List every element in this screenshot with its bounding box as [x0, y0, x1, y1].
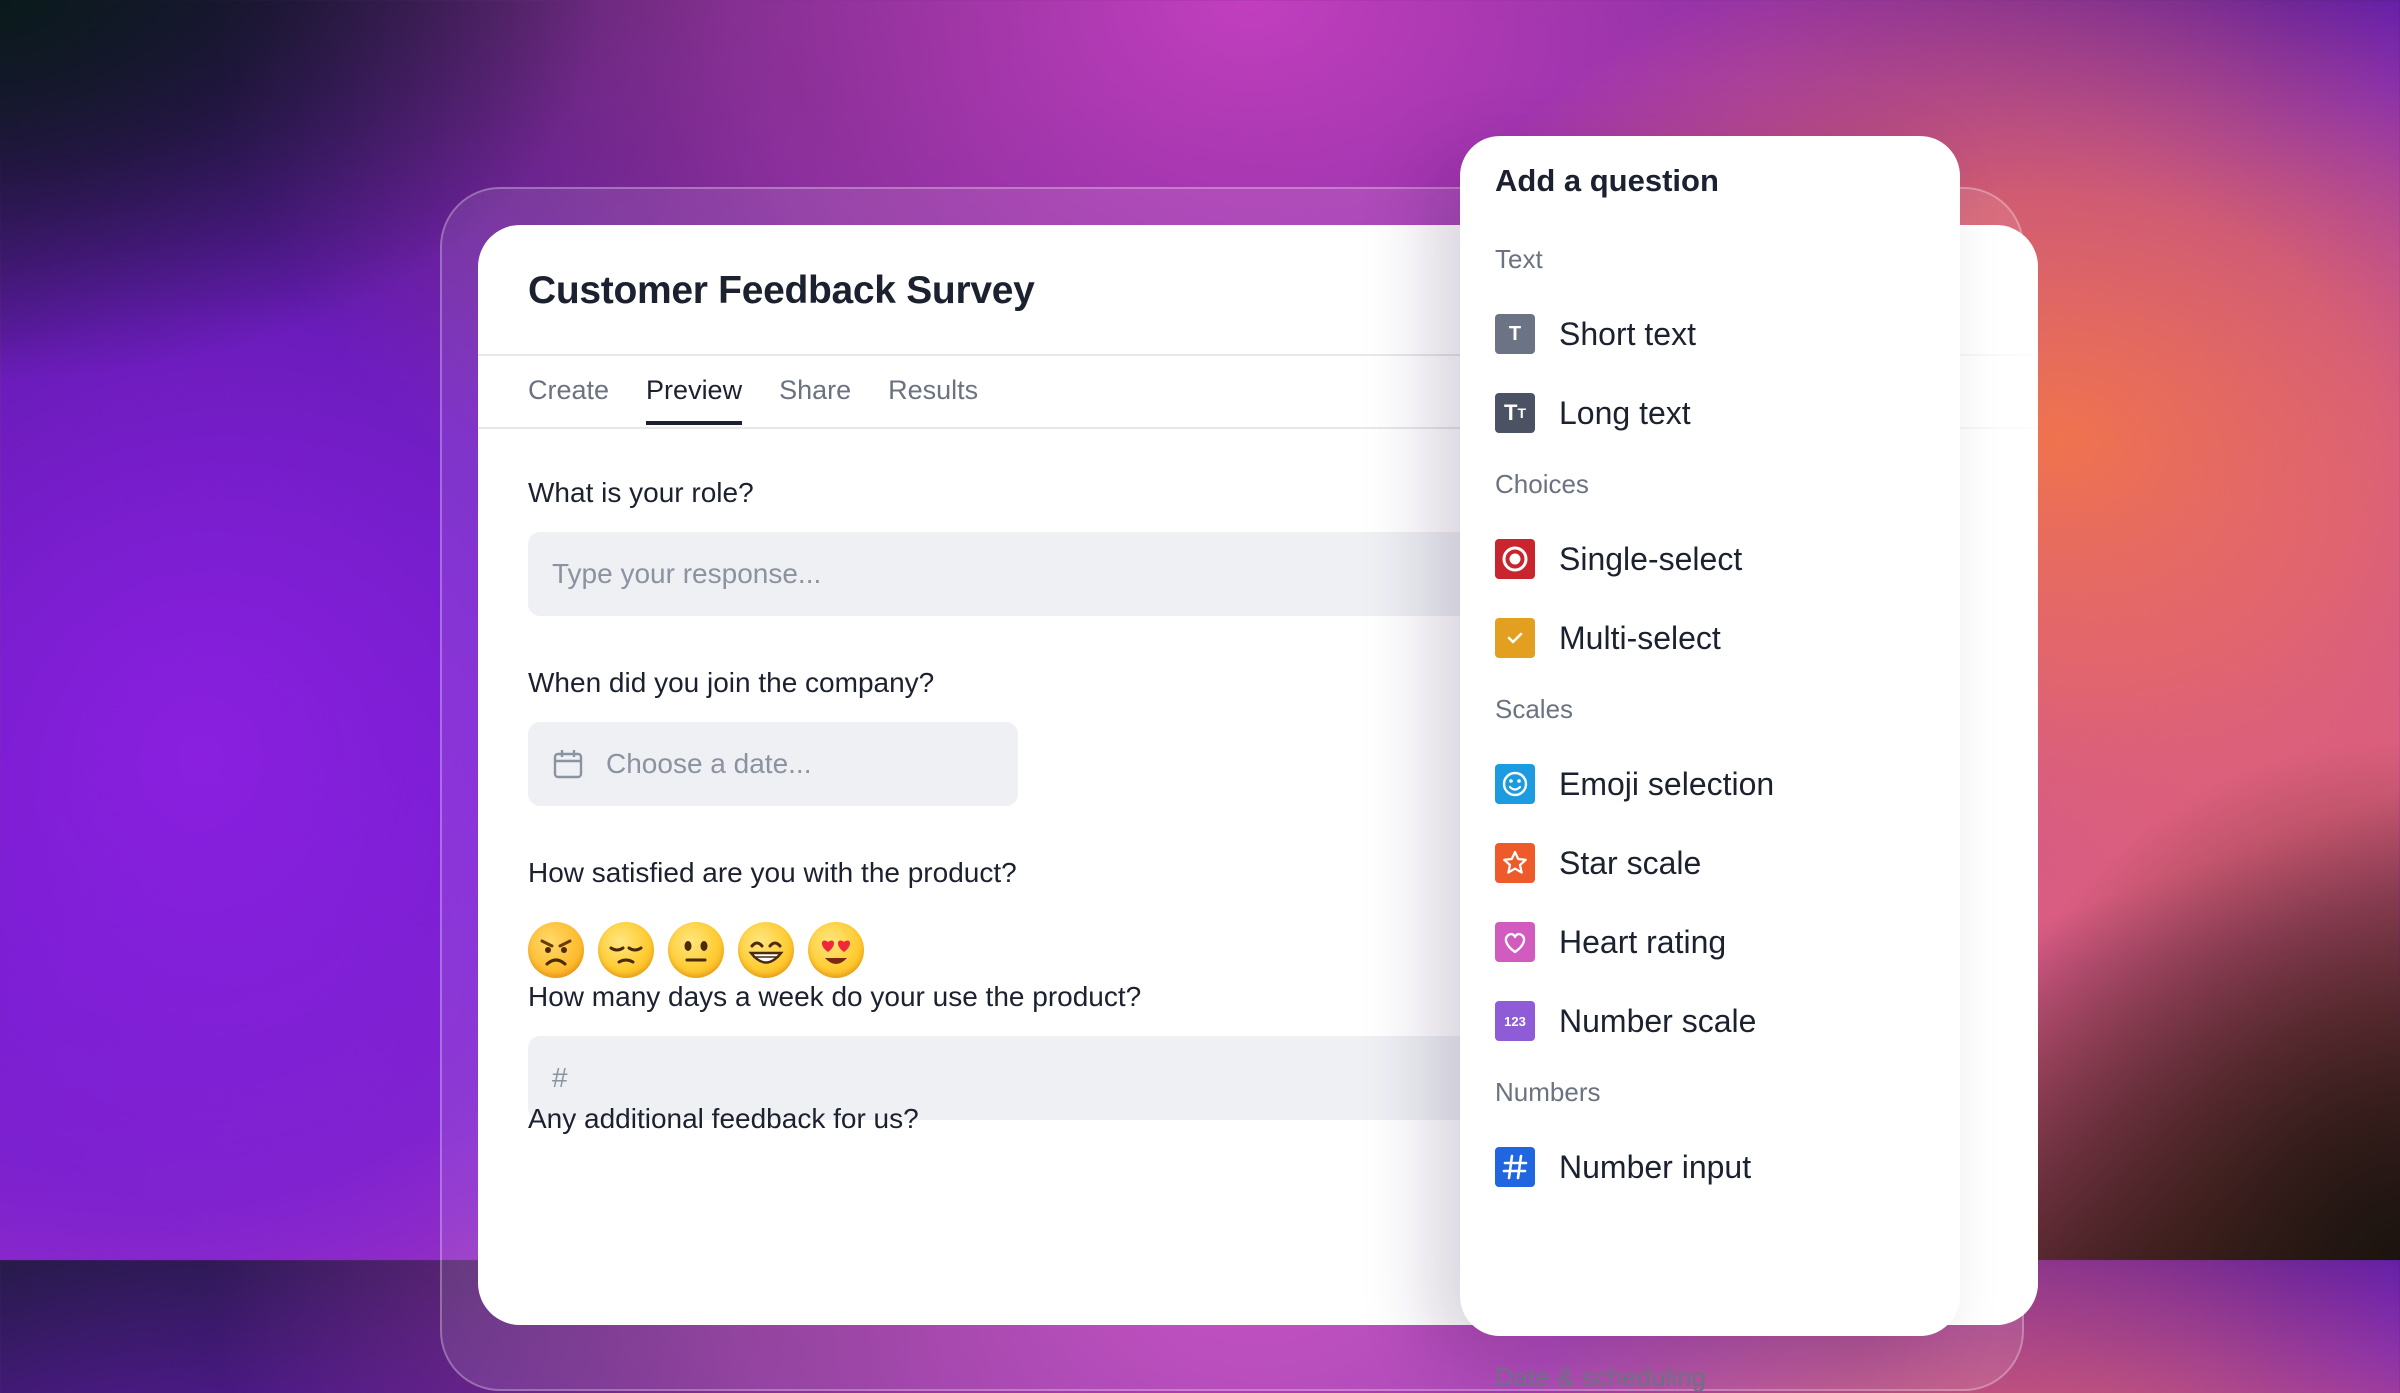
question-feedback-label: Any additional feedback for us?	[528, 1103, 919, 1134]
add-heart-rating-button[interactable]: Heart rating	[1495, 922, 1726, 962]
section-label-date: Date & scheduling	[1495, 1362, 1707, 1392]
multi-select-icon	[1495, 618, 1535, 658]
short-text-icon: T	[1495, 314, 1535, 354]
grinning-face-icon[interactable]	[738, 922, 794, 978]
star-icon	[1495, 843, 1535, 883]
heart-eyes-face-icon[interactable]	[808, 922, 864, 978]
item-label: Number scale	[1559, 1002, 1757, 1039]
add-emoji-selection-button[interactable]: Emoji selection	[1495, 764, 1774, 804]
item-label: Emoji selection	[1559, 765, 1775, 802]
emoji-icon	[1495, 764, 1535, 804]
section-label-text: Text	[1495, 244, 1543, 274]
angry-face-icon[interactable]	[528, 922, 584, 978]
add-long-text-button[interactable]: TT Long text	[1495, 393, 1691, 433]
emoji-rating	[528, 922, 864, 978]
section-label-choices: Choices	[1495, 469, 1589, 499]
add-star-scale-button[interactable]: Star scale	[1495, 843, 1701, 883]
tab-share[interactable]: Share	[779, 375, 851, 424]
tab-create[interactable]: Create	[528, 375, 609, 424]
neutral-face-icon[interactable]	[668, 922, 724, 978]
item-label: Number input	[1559, 1148, 1752, 1185]
item-label: Short text	[1559, 315, 1696, 352]
add-multi-select-button[interactable]: Multi-select	[1495, 618, 1721, 658]
panel-title: Add a question	[1495, 163, 1719, 198]
section-label-scales: Scales	[1495, 694, 1574, 724]
question-days-label: How many days a week do your use the pro…	[528, 981, 1142, 1012]
item-label: Single-select	[1559, 540, 1743, 577]
add-short-text-button[interactable]: T Short text	[1495, 314, 1696, 354]
date-picker-field[interactable]: Choose a date...	[528, 722, 1018, 806]
question-join-date-label: When did you join the company?	[528, 667, 935, 698]
item-label: Multi-select	[1559, 619, 1721, 656]
tab-preview[interactable]: Preview	[646, 375, 743, 425]
add-number-input-button[interactable]: Number input	[1495, 1147, 1751, 1187]
add-number-scale-button[interactable]: 123 Number scale	[1495, 1001, 1756, 1041]
item-label: Star scale	[1559, 844, 1702, 881]
add-question-panel: Add a question Text T Short text TT Long…	[1460, 136, 1960, 1392]
hash-icon	[1495, 1147, 1535, 1187]
single-select-icon	[1495, 539, 1535, 579]
calendar-icon	[553, 750, 583, 779]
tab-bar: Create Preview Share Results	[528, 375, 1015, 425]
question-satisfaction-label: How satisfied are you with the product?	[528, 857, 1017, 888]
page-title: Customer Feedback Survey	[528, 269, 1035, 312]
number-scale-icon: 123	[1495, 1001, 1535, 1041]
add-single-select-button[interactable]: Single-select	[1495, 539, 1742, 579]
item-label: Heart rating	[1559, 923, 1727, 960]
date-placeholder: Choose a date...	[606, 748, 812, 779]
section-label-numbers: Numbers	[1495, 1077, 1601, 1107]
heart-icon	[1495, 922, 1535, 962]
long-text-icon: TT	[1495, 393, 1535, 433]
tab-results[interactable]: Results	[888, 375, 978, 424]
item-label: Long text	[1559, 394, 1691, 431]
question-role-label: What is your role?	[528, 477, 754, 508]
pensive-face-icon[interactable]	[598, 922, 654, 978]
role-input[interactable]	[528, 532, 1528, 616]
